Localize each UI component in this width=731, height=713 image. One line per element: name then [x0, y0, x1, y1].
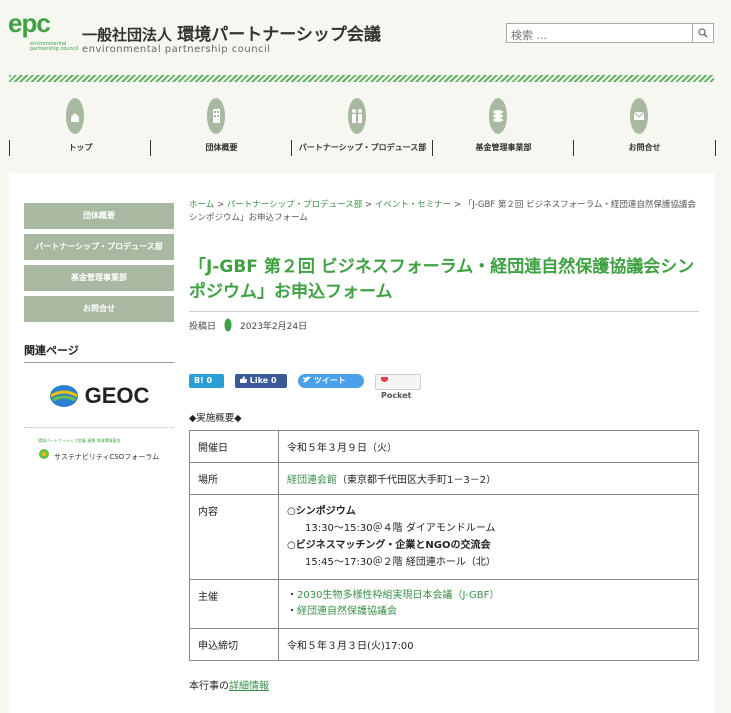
nav-item-contact[interactable]: お問合せ	[573, 95, 716, 159]
date-label: 投稿日	[189, 321, 217, 332]
detail-info: 本行事の詳細情報	[189, 677, 699, 692]
building-icon	[207, 98, 225, 134]
people-icon	[348, 98, 366, 134]
program-matching: ○ビジネスマッチング・企業とNGOの交流会	[287, 540, 491, 551]
sidebar-item-about[interactable]: 団体概要	[24, 203, 174, 229]
section-heading: ◆実施概要◆	[189, 413, 242, 424]
facebook-like-label: Like 0	[249, 376, 277, 385]
event-info-table: 開催日 令和５年３月９日（火） 場所 経団連会館（東京都千代田区大手町1－3－2…	[189, 430, 699, 661]
leaf-icon	[224, 318, 232, 332]
table-key: 開催日	[189, 430, 279, 463]
home-icon	[66, 98, 84, 134]
search-box	[506, 23, 714, 44]
site-header: epc environmental partnership council 一般…	[0, 0, 731, 70]
table-row: 主催 ・2030生物多様性枠組実現日本会議（J-GBF） ・経団連自然保護協議会	[189, 579, 699, 629]
sidebar: 団体概要 パートナーシップ・プロデュース部 基金管理事業部 お問合せ 関連ページ…	[24, 203, 174, 474]
nav-label: 基金管理事業部	[432, 140, 574, 156]
table-value: 令和５年３月３日(火)17:00	[278, 628, 699, 661]
twitter-bird-icon	[303, 376, 311, 383]
nav-label: お問合せ	[573, 140, 716, 156]
table-value: ・2030生物多様性枠組実現日本会議（J-GBF） ・経団連自然保護協議会	[278, 579, 699, 629]
main-content: ホーム > パートナーシップ・プロデュース部 > イベント・セミナー > 「J-…	[189, 199, 699, 692]
search-input[interactable]	[507, 27, 681, 44]
pocket-icon	[381, 377, 388, 382]
global-nav: トップ 団体概要 パートナーシップ・プロデュース部 基金管理事業部 お問合せ	[9, 95, 716, 159]
breadcrumb-separator: >	[453, 200, 462, 210]
table-value: ○シンポジウム 13:30～15:30＠４階 ダイアモンドルーム ○ビジネスマッ…	[278, 494, 699, 580]
search-icon	[698, 28, 708, 38]
thumbs-up-icon	[240, 376, 247, 383]
twitter-tweet-button[interactable]: ツイート	[298, 374, 364, 388]
table-value: 令和５年３月９日（火）	[278, 430, 699, 463]
host-link-jgbf[interactable]: 2030生物多様性枠組実現日本会議（J-GBF）	[297, 590, 499, 601]
social-buttons: B! 0 Like 0 ツイート Pocket	[189, 374, 699, 400]
sidebar-item-partnership[interactable]: パートナーシップ・プロデュース部	[24, 234, 174, 260]
nav-label: トップ	[9, 140, 151, 156]
host-link-keidanren[interactable]: 経団連自然保護協議会	[297, 606, 397, 617]
org-main-name: 環境パートナーシップ会議	[177, 25, 381, 45]
org-name[interactable]: 一般社団法人 環境パートナーシップ会議	[82, 20, 381, 45]
divider	[24, 427, 174, 428]
table-row: 内容 ○シンポジウム 13:30～15:30＠４階 ダイアモンドルーム ○ビジネ…	[189, 494, 699, 580]
host-2: ・経団連自然保護協議会	[287, 606, 397, 617]
geoc-label: GEOC	[84, 383, 150, 408]
table-value: 経団連会館（東京都千代田区大手町1－3－2）	[278, 462, 699, 495]
table-row: 開催日 令和５年３月９日（火）	[189, 430, 699, 463]
table-key: 申込締切	[189, 628, 279, 661]
search-button[interactable]	[692, 24, 713, 42]
breadcrumb-partnership[interactable]: パートナーシップ・プロデュース部	[227, 200, 362, 210]
table-row: 場所 経団連会館（東京都千代田区大手町1－3－2）	[189, 462, 699, 495]
hatena-bookmark-button[interactable]: B! 0	[189, 374, 224, 388]
cso-forum-label: サステナビリティCSOフォーラム	[54, 453, 160, 461]
related-pages-heading: 関連ページ	[24, 342, 174, 363]
content-area: 団体概要 パートナーシップ・プロデュース部 基金管理事業部 お問合せ 関連ページ…	[9, 173, 714, 713]
site-logo[interactable]: epc	[8, 8, 51, 39]
org-name-en: environmental partnership council	[82, 44, 271, 55]
table-key: 主催	[189, 579, 279, 629]
nav-item-partnership[interactable]: パートナーシップ・プロデュース部	[291, 95, 432, 159]
venue-address: （東京都千代田区大手町1－3－2）	[337, 475, 497, 486]
nav-label: パートナーシップ・プロデュース部	[291, 140, 433, 156]
org-prefix: 一般社団法人	[82, 26, 173, 44]
coin-icon	[489, 98, 507, 134]
table-key: 内容	[189, 494, 279, 580]
program-symposium-time: 13:30～15:30＠４階 ダイアモンドルーム	[305, 523, 496, 534]
detail-link[interactable]: 詳細情報	[229, 681, 269, 692]
globe-icon	[49, 385, 78, 407]
nav-item-top[interactable]: トップ	[9, 95, 150, 159]
mail-icon	[630, 98, 648, 134]
nav-label: 団体概要	[150, 140, 292, 156]
nav-item-fund[interactable]: 基金管理事業部	[432, 95, 573, 159]
post-date: 投稿日 2023年2月24日	[189, 318, 699, 332]
sidebar-item-fund[interactable]: 基金管理事業部	[24, 265, 174, 291]
header-stripe	[9, 75, 714, 82]
breadcrumb: ホーム > パートナーシップ・プロデュース部 > イベント・セミナー > 「J-…	[189, 199, 699, 225]
facebook-like-button[interactable]: Like 0	[235, 374, 287, 388]
geoc-banner[interactable]: GEOC	[24, 371, 174, 421]
breadcrumb-separator: >	[364, 200, 373, 210]
detail-prefix: 本行事の	[189, 681, 229, 692]
breadcrumb-separator: >	[216, 200, 225, 210]
breadcrumb-events[interactable]: イベント・セミナー	[375, 200, 452, 210]
tweet-label: ツイート	[313, 376, 346, 385]
pocket-label: Pocket	[381, 391, 412, 400]
program-symposium: ○シンポジウム	[287, 506, 356, 517]
cso-tagline: 環境パートナーシップ会議 連携 地球環境基金	[38, 438, 121, 443]
page-title: 「J-GBF 第２回 ビジネスフォーラム・経団連自然保護協議会シンポジウム」お申…	[189, 255, 699, 312]
nav-item-about[interactable]: 団体概要	[150, 95, 291, 159]
program-matching-time: 15:45～17:30＠２階 経団連ホール（北）	[305, 557, 496, 568]
cso-forum-banner[interactable]: 環境パートナーシップ会議 連携 地球環境基金 サステナビリティCSOフォーラム	[24, 434, 174, 474]
cso-logo-icon	[39, 449, 49, 459]
logo-subtitle: environmental partnership council	[30, 41, 79, 52]
venue-link[interactable]: 経団連会館	[287, 475, 337, 486]
table-row: 申込締切 令和５年３月３日(火)17:00	[189, 628, 699, 661]
sidebar-item-contact[interactable]: お問合せ	[24, 296, 174, 322]
table-key: 場所	[189, 462, 279, 495]
date-value: 2023年2月24日	[240, 321, 308, 332]
breadcrumb-home[interactable]: ホーム	[189, 200, 214, 210]
host-1: ・2030生物多様性枠組実現日本会議（J-GBF）	[287, 590, 500, 601]
pocket-button[interactable]: Pocket	[375, 374, 421, 400]
